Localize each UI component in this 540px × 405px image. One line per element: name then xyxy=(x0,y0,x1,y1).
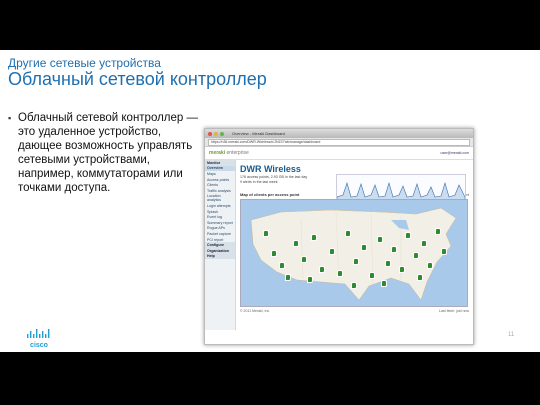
brand-suffix: enterprise xyxy=(226,150,249,156)
marker-layer xyxy=(241,200,467,306)
browser-urlbar: https://n36.meraki.com/DWR-Wireless/n/JN… xyxy=(205,138,473,147)
slide-subtitle: Другие сетевые устройства xyxy=(8,56,161,70)
sidebar-item[interactable]: Login attempts xyxy=(205,203,235,209)
ap-marker[interactable] xyxy=(399,266,405,273)
sidebar: Monitor Overview Maps Access points Clients T… xyxy=(205,160,236,330)
browser-tab: Overview - Meraki Dashboard xyxy=(232,131,285,136)
main-panel: DWR Wireless 176 access points, 2.93 GB … xyxy=(236,160,473,330)
dashboard-screenshot: Overview - Meraki Dashboard https://n36.… xyxy=(204,128,474,345)
ap-marker[interactable] xyxy=(385,260,391,267)
ap-marker[interactable] xyxy=(319,266,325,273)
ap-marker[interactable] xyxy=(441,248,447,255)
ap-marker[interactable] xyxy=(435,228,441,235)
ap-marker[interactable] xyxy=(405,232,411,239)
ap-marker[interactable] xyxy=(285,274,291,281)
svg-text:cisco: cisco xyxy=(30,342,48,349)
ap-marker[interactable] xyxy=(279,262,285,269)
ap-marker[interactable] xyxy=(391,246,397,253)
ap-marker[interactable] xyxy=(377,236,383,243)
slide-title: Облачный сетевой контроллер xyxy=(8,69,267,89)
ap-marker[interactable] xyxy=(307,276,313,283)
bullet-dot: ▪ xyxy=(8,113,12,123)
app-header: meraki enterprise user@meraki.com xyxy=(205,147,473,160)
ap-marker[interactable] xyxy=(413,252,419,259)
sidebar-item[interactable]: Help xyxy=(205,253,235,260)
brand-name: meraki xyxy=(209,150,226,156)
page-number: 11 xyxy=(508,332,515,338)
ap-marker[interactable] xyxy=(351,282,357,289)
browser-titlebar: Overview - Meraki Dashboard xyxy=(205,129,473,138)
ap-marker[interactable] xyxy=(361,244,367,251)
ap-marker[interactable] xyxy=(337,270,343,277)
footer-fetch: Last fetch: just now xyxy=(439,309,469,313)
app-body: Monitor Overview Maps Access points Clients T… xyxy=(205,160,473,330)
dashboard-footer: © 2011 Meraki, Inc. Last fetch: just now xyxy=(240,309,469,313)
minimize-icon xyxy=(214,131,218,136)
ap-marker[interactable] xyxy=(345,230,351,237)
close-icon xyxy=(208,131,212,136)
ap-marker[interactable] xyxy=(301,256,307,263)
sidebar-item[interactable]: Packet capture xyxy=(205,231,235,237)
maximize-icon xyxy=(220,131,224,136)
clients-map[interactable] xyxy=(240,199,468,307)
ap-marker[interactable] xyxy=(271,250,277,257)
ap-marker[interactable] xyxy=(263,230,269,237)
map-title: Map of clients per access point xyxy=(240,192,300,197)
ap-marker[interactable] xyxy=(293,240,299,247)
network-name: DWR Wireless xyxy=(240,164,301,174)
ap-marker[interactable] xyxy=(427,262,433,269)
ap-marker[interactable] xyxy=(417,274,423,281)
ap-marker[interactable] xyxy=(421,240,427,247)
bullet-item: ▪ Облачный сетевой контроллер — это удал… xyxy=(8,111,208,195)
cisco-logo: cisco xyxy=(27,329,50,349)
sidebar-item[interactable]: Traffic analysis xyxy=(205,188,235,194)
ap-marker[interactable] xyxy=(329,248,335,255)
bullet-text: Облачный сетевой контроллер — это удален… xyxy=(18,112,199,194)
ap-marker[interactable] xyxy=(311,234,317,241)
user-email: user@meraki.com xyxy=(440,151,469,155)
ap-marker[interactable] xyxy=(369,272,375,279)
url-field: https://n36.meraki.com/DWR-Wireless/n/JN… xyxy=(208,138,470,146)
footer-copyright: © 2011 Meraki, Inc. xyxy=(240,309,271,313)
slide: Другие сетевые устройства Облачный сетев… xyxy=(0,50,540,352)
brand-logo: meraki enterprise xyxy=(209,150,249,156)
sidebar-item[interactable]: Summary report xyxy=(205,220,235,226)
sidebar-item[interactable]: Location analytics xyxy=(205,194,235,204)
ap-marker[interactable] xyxy=(353,258,359,265)
ap-marker[interactable] xyxy=(381,280,387,287)
